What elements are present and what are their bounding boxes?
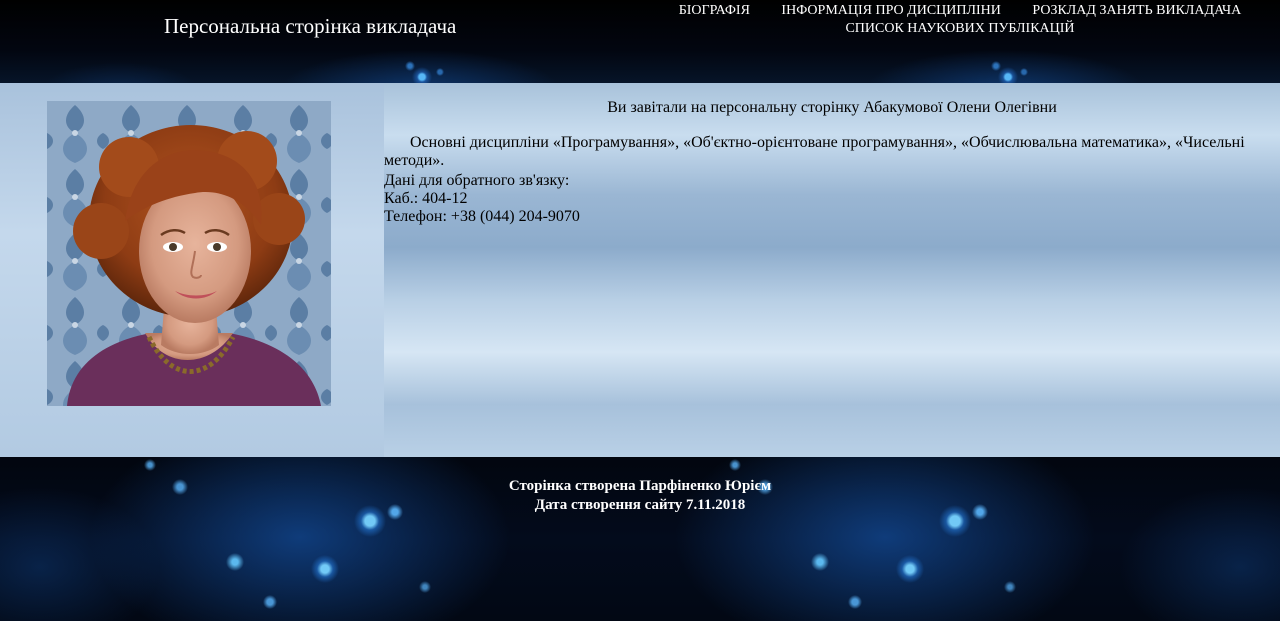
footer-date: Дата створення сайту 7.11.2018 bbox=[534, 497, 746, 513]
contact-block: Дані для обратного зв'язку: Каб.: 404-12… bbox=[384, 172, 580, 226]
teacher-photo bbox=[47, 101, 331, 406]
nav-link-disciplines-info[interactable]: ІНФОРМАЦІЯ ПРО ДИСЦИПЛІНИ bbox=[781, 3, 1000, 18]
disciplines-text: Основні дисципліни «Програмування», «Об'… bbox=[384, 134, 1245, 169]
contact-heading: Дані для обратного зв'язку: bbox=[384, 172, 570, 189]
nav-link-publications[interactable]: СПИСОК НАУКОВИХ ПУБЛІКАЦІЙ bbox=[845, 21, 1074, 36]
site-title: Персональна сторінка викладача bbox=[164, 14, 457, 38]
page: Персональна сторінка викладача БІОГРАФІЯ… bbox=[0, 0, 1280, 621]
main-nav: БІОГРАФІЯ ІНФОРМАЦІЯ ПРО ДИСЦИПЛІНИ РОЗК… bbox=[650, 2, 1270, 38]
office-number: Каб.: 404-12 bbox=[384, 190, 468, 207]
welcome-text: Ви завітали на персональну сторінку Абак… bbox=[607, 99, 1057, 116]
footer-text: Сторінка створена Парфіненко Юрієм Дата … bbox=[0, 477, 1280, 515]
nav-link-biography[interactable]: БІОГРАФІЯ bbox=[679, 3, 750, 18]
site-footer: Сторінка створена Парфіненко Юрієм Дата … bbox=[0, 457, 1280, 621]
teacher-info: Ви завітали на персональну сторінку Абак… bbox=[384, 83, 1280, 457]
nav-link-schedule[interactable]: РОЗКЛАД ЗАНЯТЬ ВИКЛАДАЧА bbox=[1032, 3, 1241, 18]
main-content: Ви завітали на персональну сторінку Абак… bbox=[0, 83, 1280, 457]
photo-column bbox=[0, 83, 384, 457]
phone-number: Телефон: +38 (044) 204-9070 bbox=[384, 208, 580, 225]
footer-credit: Сторінка створена Парфіненко Юрієм bbox=[508, 478, 772, 494]
site-header: Персональна сторінка викладача БІОГРАФІЯ… bbox=[0, 0, 1280, 83]
